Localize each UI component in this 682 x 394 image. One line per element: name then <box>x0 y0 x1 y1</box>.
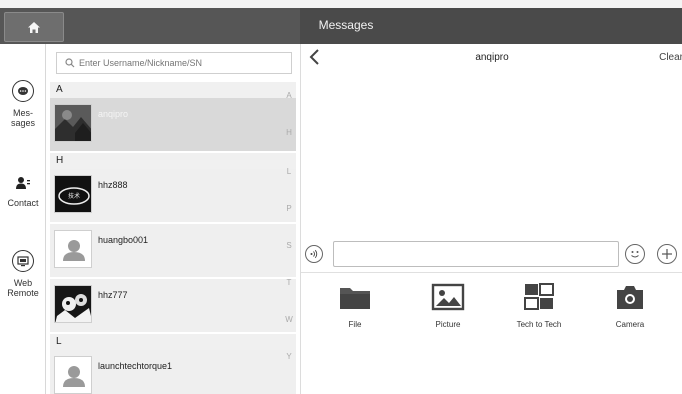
message-input[interactable] <box>333 241 619 267</box>
contact-name: anqipro <box>98 109 129 119</box>
divider <box>301 272 682 273</box>
index-letter-t[interactable]: T <box>283 278 295 287</box>
tool-tech-to-tech[interactable]: Tech to Tech <box>499 282 579 329</box>
contact-row-huangbo001[interactable]: huangbo001 <box>50 224 296 278</box>
left-nav: Mes- sages Contact Web Remote <box>0 44 46 394</box>
contact-name: hhz777 <box>98 290 128 300</box>
contact-name: hhz888 <box>98 180 128 190</box>
avatar: 技术 <box>54 175 92 213</box>
nav-label-messages-2: sages <box>10 118 36 128</box>
contact-row-anqipro[interactable]: anqipro <box>50 98 296 152</box>
folder-icon <box>340 288 370 309</box>
voice-icon <box>310 249 318 259</box>
index-letter-l[interactable]: L <box>283 167 295 176</box>
tool-picture[interactable]: Picture <box>408 282 488 329</box>
avatar <box>54 230 92 268</box>
search-icon <box>65 58 75 68</box>
index-letter-s[interactable]: S <box>283 241 295 250</box>
contact-name: huangbo001 <box>98 235 149 245</box>
index-letter-y[interactable]: Y <box>283 352 295 361</box>
chat-bubble-icon <box>12 80 34 102</box>
avatar-badge: 技术 <box>67 194 80 200</box>
search-box[interactable] <box>56 52 292 74</box>
section-header-h: H <box>50 153 296 169</box>
top-stripe <box>0 0 682 8</box>
chat-header: anqipro Clear <box>301 44 682 70</box>
index-letter-h[interactable]: H <box>283 128 295 137</box>
tech-to-tech-icon <box>524 283 554 310</box>
chat-title: anqipro <box>475 52 509 63</box>
nav-label-contact: Contact <box>7 198 39 208</box>
tool-label-picture: Picture <box>435 320 461 329</box>
tool-label-camera: Camera <box>615 320 645 329</box>
camera-icon <box>617 286 643 309</box>
contact-icon <box>16 177 30 189</box>
page-title: Messages <box>318 18 374 32</box>
nav-item-web-remote[interactable]: Web Remote <box>0 250 46 298</box>
avatar <box>54 356 92 394</box>
add-button[interactable] <box>657 244 677 264</box>
contact-list-panel: A anqipro H 技术 hhz888 huangbo001 hhz777 … <box>46 44 300 394</box>
index-letter-w[interactable]: W <box>283 315 295 324</box>
emoji-icon <box>631 251 639 258</box>
contact-row-launchtechtorque1[interactable]: launchtechtorque1 <box>50 350 296 394</box>
nav-item-messages[interactable]: Mes- sages <box>0 80 46 128</box>
message-input-bar <box>301 240 682 268</box>
nav-label-web-remote-1: Web <box>13 278 33 288</box>
contact-row-hhz777[interactable]: hhz777 <box>50 279 296 333</box>
tool-label-file: File <box>348 320 362 329</box>
avatar <box>54 104 92 142</box>
avatar <box>54 285 92 323</box>
tool-label-tech-to-tech: Tech to Tech <box>516 320 562 329</box>
top-bar: Messages <box>0 0 682 44</box>
index-letter-p[interactable]: P <box>283 204 295 213</box>
tool-file[interactable]: File <box>315 282 395 329</box>
plus-icon <box>662 249 672 259</box>
contact-name: launchtechtorque1 <box>98 361 173 371</box>
contact-row-hhz888[interactable]: 技术 hhz888 <box>50 169 296 223</box>
clear-button[interactable]: Clear <box>659 52 682 63</box>
section-header-a: A <box>50 82 296 98</box>
chat-panel: anqipro Clear File Picture Tech to Tech … <box>300 44 682 394</box>
tool-camera[interactable]: Camera <box>590 282 670 329</box>
nav-label-web-remote-2: Remote <box>7 288 39 298</box>
section-header-l: L <box>50 334 296 350</box>
picture-icon <box>431 283 465 311</box>
nav-label-messages-1: Mes- <box>13 108 33 118</box>
index-letter-a[interactable]: A <box>283 91 295 100</box>
voice-button[interactable] <box>305 245 323 263</box>
nav-item-contact[interactable]: Contact <box>0 176 46 208</box>
remote-screen-icon <box>12 250 34 272</box>
search-input[interactable] <box>79 58 279 68</box>
emoji-button[interactable] <box>625 244 645 264</box>
